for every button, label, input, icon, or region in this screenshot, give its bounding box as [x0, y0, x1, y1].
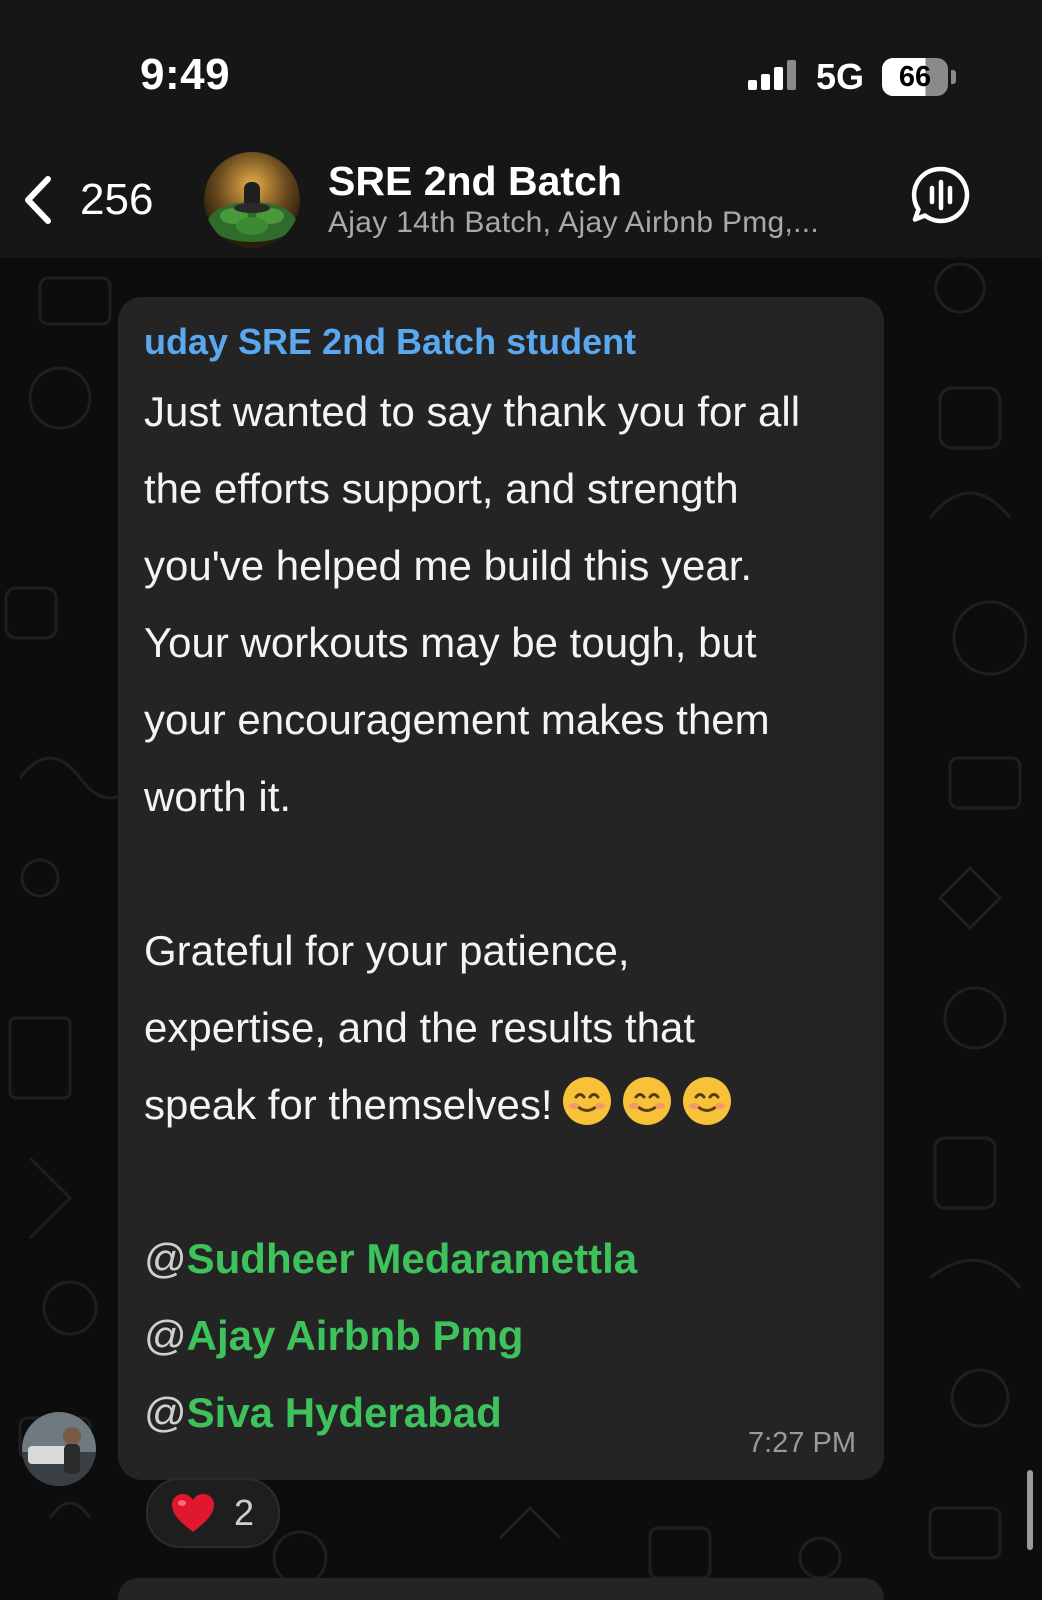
message-line: Grateful for your patience,	[144, 927, 630, 974]
chevron-left-icon	[25, 176, 51, 224]
mention-name[interactable]: Siva Hyderabad	[187, 1389, 502, 1436]
heart-icon	[172, 1494, 214, 1532]
battery-tip	[951, 70, 956, 84]
smiling-face-icon	[682, 1077, 731, 1125]
message-bubble[interactable]: uday SRE 2nd Batch student Just wanted t…	[118, 297, 884, 1480]
message-timestamp: 7:27 PM	[748, 1427, 856, 1459]
network-type: 5G	[816, 56, 865, 97]
chat-title[interactable]: SRE 2nd Batch	[328, 158, 622, 205]
back-button[interactable]: 256	[18, 170, 178, 230]
message-line-text: speak for themselves!	[144, 1081, 553, 1128]
mention-link[interactable]: @Ajay Airbnb Pmg	[144, 1297, 864, 1374]
mention-at: @	[144, 1235, 187, 1282]
smiling-face-icon	[562, 1077, 611, 1125]
smiling-face-icon	[622, 1077, 671, 1125]
reaction-count: 2	[234, 1492, 255, 1533]
next-message-bubble[interactable]	[118, 1578, 884, 1600]
mention-name[interactable]: Sudheer Medaramettla	[187, 1235, 637, 1282]
scrollbar[interactable]	[1027, 1470, 1033, 1550]
sender-avatar[interactable]	[22, 1412, 96, 1486]
status-bar: 9:49 5G 66	[0, 0, 1042, 130]
clock: 9:49	[140, 50, 231, 99]
mention-at: @	[144, 1389, 187, 1436]
chat-header: 256 SRE 2nd Batch Ajay 14th Batch, Ajay …	[0, 130, 1042, 258]
group-avatar[interactable]	[204, 152, 300, 248]
message-line: Your workouts may be tough, but	[144, 619, 757, 666]
message-line: the efforts support, and strength	[144, 465, 739, 512]
message-line: your encouragement makes them	[144, 696, 770, 743]
message-line: speak for themselves!	[144, 1066, 864, 1143]
unread-count: 256	[80, 175, 154, 224]
group-avatar-image	[204, 152, 300, 248]
message-line: Just wanted to say thank you for all	[144, 388, 801, 435]
voice-chat-icon[interactable]	[910, 164, 972, 226]
mention-link[interactable]: @Sudheer Medaramettla	[144, 1220, 864, 1297]
message-line: worth it.	[144, 773, 292, 820]
battery-icon: 66	[882, 58, 948, 96]
message-text: Just wanted to say thank you for all the…	[144, 373, 864, 1451]
message-line: expertise, and the results that	[144, 1004, 695, 1051]
chat-screen: 9:49 5G 66 256 SRE 2nd Batch Ajay 14th B…	[0, 0, 1042, 1600]
reaction-pill[interactable]: 2	[146, 1478, 280, 1548]
sender-avatar-image	[22, 1412, 96, 1486]
signal-strength-icon	[748, 60, 796, 90]
mention-at: @	[144, 1312, 187, 1359]
message-line: you've helped me build this year.	[144, 542, 753, 589]
mention-name[interactable]: Ajay Airbnb Pmg	[187, 1312, 524, 1359]
chat-members[interactable]: Ajay 14th Batch, Ajay Airbnb Pmg,...	[328, 206, 819, 240]
sender-name[interactable]: uday SRE 2nd Batch student	[144, 321, 636, 363]
